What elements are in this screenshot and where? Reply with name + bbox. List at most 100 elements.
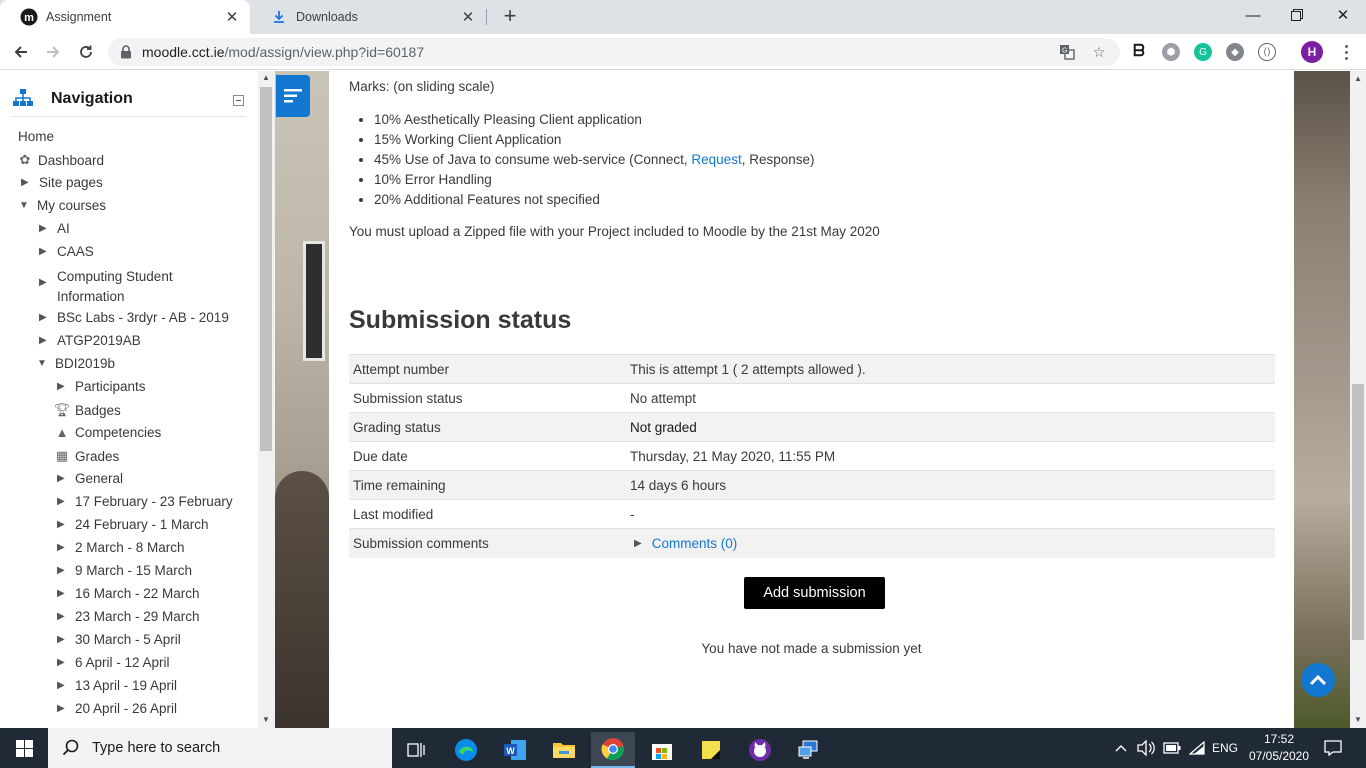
volume-icon[interactable]	[1137, 728, 1155, 768]
criteria-item: 10% Error Handling	[374, 171, 815, 191]
drawer-toggle-button[interactable]	[276, 75, 310, 117]
nav-dashboard[interactable]: ✿ Dashboard	[16, 152, 105, 168]
nav-site-pages[interactable]: ▶ Site pages	[21, 175, 103, 190]
nav-course-atgp2019ab[interactable]: ▶ ATGP2019AB	[39, 333, 141, 348]
row-value: Thursday, 21 May 2020, 11:55 PM	[630, 448, 836, 464]
browser-tabstrip: m Assignment ✕ Downloads ✕ + — ✕	[0, 0, 1366, 34]
nav-section-week[interactable]: ▶ 24 February - 1 March	[57, 517, 209, 532]
bookmark-star-icon[interactable]: ☆	[1090, 43, 1108, 61]
expand-arrow-icon: ▶	[39, 223, 47, 234]
nav-grades[interactable]: ▦ Grades	[53, 448, 119, 464]
close-window-button[interactable]: ✕	[1320, 0, 1366, 30]
page-scrollbar[interactable]: ▲ ▼	[1350, 71, 1366, 728]
collapse-block-icon[interactable]	[233, 95, 244, 106]
app-cat-icon[interactable]	[738, 732, 782, 768]
nav-section-week[interactable]: ▶ 20 April - 26 April	[57, 701, 177, 716]
reload-button[interactable]	[73, 39, 99, 65]
main-content: Marks: (on sliding scale) 10% Aesthetica…	[329, 71, 1294, 728]
nav-label: Competencies	[75, 425, 162, 440]
comments-toggle[interactable]: ▶ Comments (0)	[630, 536, 1271, 551]
nav-course-bsc-labs[interactable]: ▶ BSc Labs - 3rdyr - AB - 2019	[39, 310, 229, 325]
collapse-arrow-icon: ▼	[19, 200, 29, 211]
task-view-icon[interactable]	[395, 732, 439, 768]
input-language[interactable]: ENG	[1212, 728, 1238, 768]
scroll-up-arrow-icon[interactable]: ▲	[262, 73, 270, 82]
nav-course-ai[interactable]: ▶ AI	[39, 221, 70, 236]
chrome-icon[interactable]	[591, 732, 635, 768]
tab-assignment[interactable]: m Assignment ✕	[0, 0, 250, 34]
page-scroll-thumb[interactable]	[1352, 384, 1364, 640]
minimize-button[interactable]: —	[1230, 0, 1276, 30]
restore-button[interactable]	[1274, 0, 1320, 30]
expand-arrow-icon: ▶	[57, 657, 65, 668]
back-to-top-button[interactable]	[1301, 663, 1335, 697]
criteria-item: 20% Additional Features not specified	[374, 191, 815, 211]
table-row: Last modified -	[349, 499, 1275, 529]
taskbar-search-box[interactable]: Type here to search	[48, 728, 392, 768]
extension-cube-icon[interactable]: ◆	[1226, 43, 1244, 61]
tab-downloads[interactable]: Downloads ✕	[250, 0, 486, 34]
profile-avatar[interactable]: H	[1301, 41, 1323, 63]
nav-course-bdi2019b[interactable]: ▼ BDI2019b	[37, 356, 115, 371]
expand-arrow-icon: ▶	[39, 246, 47, 257]
browser-toolbar: moodle.cct.ie/mod/assign/view.php?id=601…	[0, 34, 1366, 70]
nav-label: 9 March - 15 March	[75, 563, 193, 578]
close-tab-icon[interactable]: ✕	[460, 9, 476, 26]
extension-b-icon[interactable]: ᗷ	[1130, 43, 1148, 61]
nav-label: Site pages	[39, 175, 103, 190]
show-hidden-icons[interactable]	[1115, 728, 1127, 768]
nav-participants[interactable]: ▶ Participants	[57, 379, 146, 394]
system-clock[interactable]: 17:52 07/05/2020	[1244, 731, 1314, 765]
scroll-down-arrow-icon[interactable]: ▼	[1354, 715, 1362, 724]
back-button[interactable]	[8, 39, 34, 65]
add-submission-button[interactable]: Add submission	[744, 577, 885, 609]
request-link[interactable]: Request	[691, 152, 741, 167]
address-bar[interactable]: moodle.cct.ie/mod/assign/view.php?id=601…	[108, 38, 1120, 66]
nav-badges[interactable]: 🏆︎ Badges	[53, 402, 121, 418]
wifi-icon[interactable]	[1189, 728, 1205, 768]
remote-desktop-icon[interactable]	[787, 732, 831, 768]
nav-section-week[interactable]: ▶ 13 April - 19 April	[57, 678, 177, 693]
nav-course-caas[interactable]: ▶ CAAS	[39, 244, 94, 259]
nav-section-week[interactable]: ▶ 16 March - 22 March	[57, 586, 200, 601]
drawer-scroll-thumb[interactable]	[260, 87, 272, 451]
nav-section-week[interactable]: ▶ 9 March - 15 March	[57, 563, 192, 578]
start-button[interactable]	[0, 728, 48, 768]
tab-divider	[486, 9, 487, 25]
sticky-notes-icon[interactable]	[689, 732, 733, 768]
word-icon[interactable]: W	[493, 732, 537, 768]
file-explorer-icon[interactable]	[542, 732, 586, 768]
nav-section-week[interactable]: ▶ 30 March - 5 April	[57, 632, 181, 647]
action-center-icon[interactable]	[1324, 728, 1342, 768]
microsoft-store-icon[interactable]	[640, 732, 684, 768]
nav-section-week[interactable]: ▶ 2 March - 8 March	[57, 540, 185, 555]
url-path: /mod/assign/view.php?id=60187	[224, 44, 425, 60]
edge-browser-icon[interactable]	[444, 732, 488, 768]
nav-label: Home	[18, 129, 55, 144]
extension-circle-icon[interactable]: ⟨⟩	[1258, 43, 1276, 61]
translate-icon[interactable]: G	[1058, 43, 1076, 61]
nav-competencies[interactable]: ▲ Competencies	[53, 425, 162, 440]
grammarly-icon[interactable]: G	[1194, 43, 1212, 61]
expand-arrow-icon: ▶	[57, 680, 65, 691]
nav-section-week[interactable]: ▶ 23 March - 29 March	[57, 609, 200, 624]
search-placeholder: Type here to search	[92, 740, 221, 756]
new-tab-button[interactable]: +	[498, 5, 522, 29]
extension-hex-icon[interactable]: ⬢	[1162, 43, 1180, 61]
navigation-block-header: Navigation	[12, 87, 246, 117]
scroll-down-arrow-icon[interactable]: ▼	[262, 715, 270, 724]
close-tab-icon[interactable]: ✕	[224, 9, 240, 26]
comments-link[interactable]: Comments (0)	[652, 536, 738, 551]
moodle-favicon-icon: m	[20, 8, 38, 26]
nav-home[interactable]: Home	[18, 129, 54, 144]
battery-icon[interactable]	[1163, 728, 1181, 768]
nav-my-courses[interactable]: ▼ My courses	[19, 198, 106, 213]
scroll-up-arrow-icon[interactable]: ▲	[1354, 74, 1362, 83]
nav-section-week[interactable]: ▶ 6 April - 12 April	[57, 655, 170, 670]
browser-menu-icon[interactable]	[1336, 42, 1356, 62]
nav-section-week[interactable]: ▶ 17 February - 23 February	[57, 494, 233, 509]
forward-button[interactable]	[40, 39, 66, 65]
nav-course-computing-student-information[interactable]: ▶ Computing Student Information	[39, 267, 173, 307]
drawer-scrollbar[interactable]: ▲ ▼	[258, 71, 275, 728]
nav-section-general[interactable]: ▶ General	[57, 471, 123, 486]
